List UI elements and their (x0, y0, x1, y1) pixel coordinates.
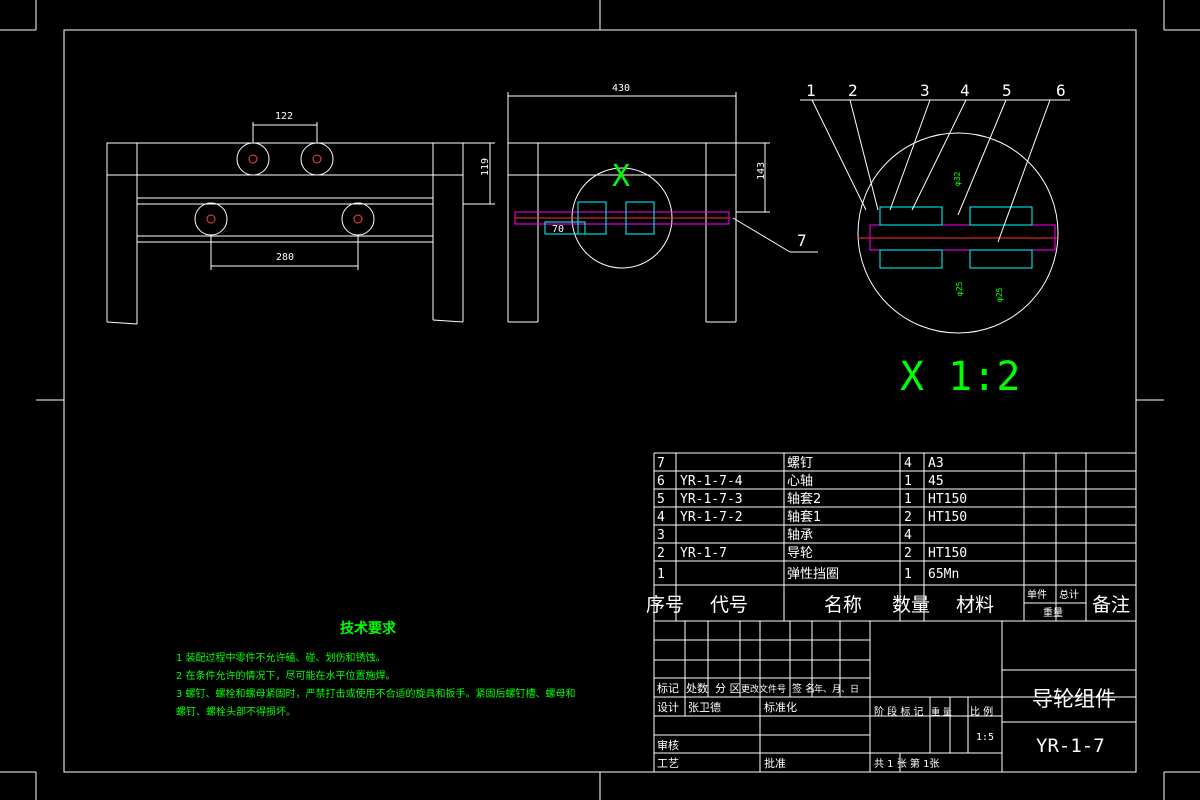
bom-code: YR-1-7 (680, 546, 727, 561)
bom-qty: 1 (904, 567, 912, 582)
bom-qty: 2 (904, 510, 912, 525)
title-block: 标记 处数 分 区 更改文件号 签 名 年、月、日 设计 张卫德 标准化 阶 段… (657, 681, 1116, 770)
balloon-3: 3 (920, 81, 930, 100)
tb-count: 处数 (686, 682, 708, 695)
bom-code: YR-1-7-2 (680, 510, 743, 525)
bom-code: YR-1-7-3 (680, 492, 743, 507)
detail-dim-1: φ32 (953, 171, 962, 186)
bom-header-remark: 备注 (1092, 594, 1130, 616)
tb-doc: 更改文件号 (741, 683, 786, 695)
tb-scale: 比 例 (970, 705, 993, 718)
bom-row: 4 YR-1-7-2 轴套1 2 HT150 (657, 509, 967, 525)
bom-no: 5 (657, 492, 665, 507)
bom-no: 4 (657, 510, 665, 525)
balloon-4: 4 (960, 81, 970, 100)
bom-row: 7 螺钉 4 A3 (657, 456, 944, 471)
bom-row: 2 YR-1-7 导轮 2 HT150 (657, 546, 967, 561)
tb-code: YR-1-7 (1036, 735, 1105, 757)
detail-marker: X (612, 159, 630, 194)
drawing-canvas: 122 280 119 430 143 70 X 7 1 2 3 4 5 6 φ… (0, 0, 1200, 800)
bom-name: 心轴 (787, 474, 813, 489)
bom-header-qty: 数量 (892, 594, 930, 616)
bom-code: YR-1-7-4 (680, 474, 743, 489)
bom-no: 2 (657, 546, 665, 561)
bom-material: A3 (928, 456, 944, 471)
bom-name: 螺钉 (787, 456, 813, 471)
bom-header-unit: 单件 (1027, 589, 1047, 601)
dim-bottom-width: 280 (276, 252, 294, 263)
side-view (507, 92, 818, 323)
tb-sheets: 共 1 张 第 1张 (874, 757, 939, 770)
tb-zone: 分 区 (715, 682, 741, 695)
bom-material: HT150 (928, 510, 967, 525)
balloon-1: 1 (806, 81, 816, 100)
bom-qty: 4 (904, 528, 912, 543)
dim-overall-width: 430 (612, 83, 630, 94)
tb-check: 审核 (657, 738, 679, 752)
side-view-shaft (514, 201, 730, 235)
tech-req-item-2: 2 在条件允许的情况下，尽可能在水平位置施焊。 (176, 669, 396, 682)
bom-header-material: 材料 (956, 594, 994, 616)
tb-title: 导轮组件 (1032, 687, 1116, 711)
bom-header-name: 名称 (824, 594, 862, 616)
tb-process: 工艺 (657, 757, 679, 770)
tb-stage: 阶 段 标 记 (874, 705, 924, 718)
bom-row: 1 弹性挡圈 1 65Mn (657, 567, 959, 582)
bom-qty: 1 (904, 492, 912, 507)
balloon-5: 5 (1002, 81, 1012, 100)
balloon-7: 7 (797, 231, 807, 250)
bom-name: 轴套2 (787, 491, 821, 507)
tb-sign: 签 名 (792, 682, 815, 695)
detail-dim-3: φ25 (995, 287, 1004, 302)
tb-standard: 标准化 (764, 700, 797, 714)
detail-label: X 1:2 (900, 354, 1020, 400)
bom-material: 45 (928, 474, 944, 489)
dim-height-right: 143 (756, 162, 767, 180)
detail-view (800, 99, 1070, 334)
bom-header-weight: 重量 (1043, 606, 1063, 619)
bom-material: 65Mn (928, 567, 959, 582)
dim-shaft-width: 70 (552, 224, 564, 235)
bom-row: 5 YR-1-7-3 轴套2 1 HT150 (657, 491, 967, 507)
balloon-2: 2 (848, 81, 858, 100)
bom-no: 6 (657, 474, 665, 489)
tb-designer: 张卫德 (688, 700, 721, 714)
tb-approve: 批准 (764, 756, 786, 770)
tech-req-item-4: 螺钉、螺栓头部不得损坏。 (176, 705, 296, 718)
bom-rows: 7 螺钉 4 A3 6 YR-1-7-4 心轴 1 45 5 YR-1-7-3 … (657, 456, 967, 582)
front-view (106, 122, 495, 325)
tech-req-title: 技术要求 (340, 620, 397, 637)
dim-top-width: 122 (275, 111, 293, 122)
bom-no: 1 (657, 567, 665, 582)
bom-name: 导轮 (787, 546, 813, 561)
bom-name: 轴承 (787, 528, 813, 543)
bom-name: 弹性挡圈 (787, 567, 839, 582)
detail-dim-2: φ25 (955, 281, 964, 296)
tb-design: 设计 (657, 701, 679, 714)
bom-no: 7 (657, 456, 665, 471)
bom-header-code: 代号 (710, 594, 748, 616)
tb-mark: 标记 (657, 681, 679, 695)
bom-material: HT150 (928, 492, 967, 507)
tech-req-item-3: 3 螺钉、螺栓和螺母紧固时，严禁打击或使用不合适的旋具和扳手。紧固后螺钉槽、螺母… (176, 687, 576, 700)
bom-header-total: 总计 (1059, 588, 1079, 601)
tb-scale-value: 1:5 (976, 732, 994, 743)
bom-name: 轴套1 (787, 509, 821, 525)
bom-qty: 4 (904, 456, 912, 471)
tb-date: 年、月、日 (814, 683, 859, 695)
bom-no: 3 (657, 528, 665, 543)
tb-weight: 重 量 (931, 706, 952, 718)
tech-req-item-1: 1 装配过程中零件不允许磕、碰、划伤和锈蚀。 (176, 651, 386, 664)
bom-row: 6 YR-1-7-4 心轴 1 45 (657, 474, 944, 489)
dim-side-height: 119 (480, 158, 491, 176)
bom-material: HT150 (928, 546, 967, 561)
bom-qty: 1 (904, 474, 912, 489)
bom-qty: 2 (904, 546, 912, 561)
bom-header-no: 序号 (646, 594, 684, 616)
balloon-6: 6 (1056, 81, 1066, 100)
